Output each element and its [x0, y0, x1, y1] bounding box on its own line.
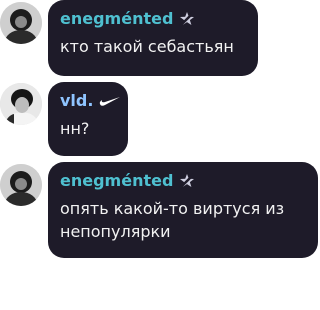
message-line: кто такой себастьян: [60, 37, 234, 56]
swoosh-icon: [99, 95, 121, 107]
message-line: нн?: [60, 119, 90, 138]
avatar[interactable]: [0, 83, 42, 125]
star-slash-icon: [179, 11, 196, 27]
message-header: enegménted: [60, 9, 246, 29]
message-bubble: vld. нн?: [48, 82, 128, 156]
author-name[interactable]: enegménted: [60, 9, 173, 29]
author-name[interactable]: enegménted: [60, 171, 173, 191]
message-text: кто такой себастьян: [60, 35, 246, 58]
message-bubble: enegménted кто такой себастьян: [48, 0, 258, 76]
message-text: нн?: [60, 117, 116, 140]
message-line: опять какой-то виртуся из: [60, 199, 285, 218]
message-bubble: enegménted опять какой-то виртуся из неп…: [48, 162, 318, 258]
author-name[interactable]: vld.: [60, 91, 93, 111]
message-line: непопулярки: [60, 222, 171, 241]
avatar[interactable]: [0, 164, 42, 206]
avatar[interactable]: [0, 2, 42, 44]
message-header: vld.: [60, 91, 121, 111]
message-text: опять какой-то виртуся из непопулярки: [60, 197, 306, 243]
message-header: enegménted: [60, 171, 306, 191]
star-slash-icon: [179, 173, 196, 189]
